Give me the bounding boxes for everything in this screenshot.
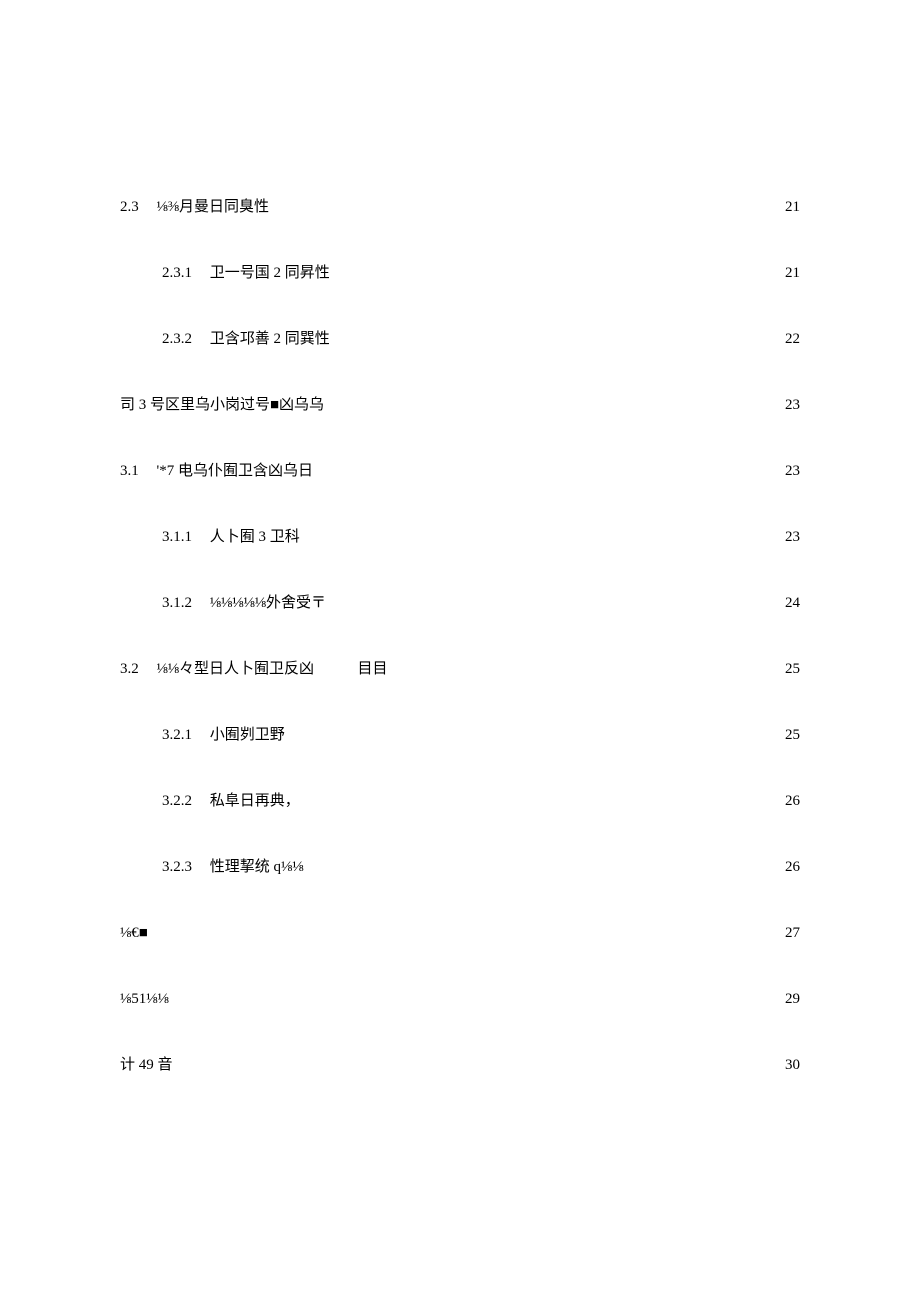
toc-title: 小囿刿卫野 [210,727,285,743]
toc-page-number: 25 [785,660,800,678]
toc-number: 3.2.2 [162,793,192,809]
toc-label: ⅛€■ [120,924,148,942]
toc-page-number: 24 [785,594,800,612]
toc-page-number: 23 [785,396,800,414]
toc-label: 2.3.2 卫含邛善 2 同巽性 [162,330,330,348]
toc-label: ⅛51⅛⅛ [120,990,169,1008]
toc-page-number: 25 [785,726,800,744]
toc-number: 3.1.1 [162,529,192,545]
toc-title: '*7 电乌仆囿卫含凶乌日 [157,463,313,479]
toc-label: 3.1.2 ⅛⅛⅛⅛⅛外舍受〒 [162,594,326,612]
toc-title: 卫一号国 2 同昇性 [210,265,330,281]
toc-page-number: 23 [785,528,800,546]
toc-title: ⅛€■ [120,925,148,941]
toc-label: 3.1.1 人卜囿 3 卫科 [162,528,300,546]
toc-title: 计 49 音 [120,1057,173,1073]
toc-entry: ⅛€■ 27 [120,924,800,942]
toc-page-number: 27 [785,924,800,942]
toc-page-number: 30 [785,1056,800,1074]
document-page: 2.3 ⅛⅜月曼日同臭性 21 2.3.1 卫一号国 2 同昇性 21 2.3.… [0,0,920,1301]
toc-title: ⅛⅛⅛⅛⅛外舍受〒 [210,595,326,611]
toc-page-number: 22 [785,330,800,348]
toc-page-number: 21 [785,198,800,216]
toc-label: 3.2 ⅛⅛々型日人卜囿卫反凶 目目 [120,660,388,678]
toc-page-number: 29 [785,990,800,1008]
toc-label: 司 3 号区里乌小岗过号■凶乌乌 [120,396,324,414]
toc-label: 3.2.1 小囿刿卫野 [162,726,285,744]
toc-entry: 3.1.2 ⅛⅛⅛⅛⅛外舍受〒 24 [120,594,800,612]
toc-page-number: 26 [785,858,800,876]
toc-title: ⅛⅜月曼日同臭性 [157,199,270,215]
toc-title: 性理挈统 q⅛⅛ [210,859,304,875]
toc-entry: 3.1 '*7 电乌仆囿卫含凶乌日 23 [120,462,800,480]
toc-page-number: 23 [785,462,800,480]
toc-label: 计 49 音 [120,1056,173,1074]
toc-entry: 2.3 ⅛⅜月曼日同臭性 21 [120,198,800,216]
toc-label: 3.1 '*7 电乌仆囿卫含凶乌日 [120,462,313,480]
toc-entry: 3.2.3 性理挈统 q⅛⅛ 26 [120,858,800,876]
toc-entry: 3.2.2 私阜日再典， 26 [120,792,800,810]
toc-entry: 2.3.1 卫一号国 2 同昇性 21 [120,264,800,282]
toc-page-number: 21 [785,264,800,282]
toc-title: 私阜日再典， [210,793,300,809]
toc-number: 3.2.3 [162,859,192,875]
toc-number: 2.3.1 [162,265,192,281]
toc-label: 3.2.2 私阜日再典， [162,792,300,810]
toc-title: 人卜囿 3 卫科 [210,529,300,545]
toc-entry: 3.1.1 人卜囿 3 卫科 23 [120,528,800,546]
toc-number: 2.3.2 [162,331,192,347]
toc-number: 2.3 [120,199,139,215]
toc-page-number: 26 [785,792,800,810]
toc-entry: 计 49 音 30 [120,1056,800,1074]
toc-number: 3.1 [120,463,139,479]
toc-title: ⅛51⅛⅛ [120,991,169,1007]
toc-title: 司 3 号区里乌小岗过号■凶乌乌 [120,397,324,413]
toc-entry: ⅛51⅛⅛ 29 [120,990,800,1008]
toc-entry: 3.2 ⅛⅛々型日人卜囿卫反凶 目目 25 [120,660,800,678]
toc-title-tail: 目目 [358,661,388,677]
toc-entry: 2.3.2 卫含邛善 2 同巽性 22 [120,330,800,348]
toc-number: 3.1.2 [162,595,192,611]
toc-number: 3.2.1 [162,727,192,743]
toc-label: 2.3.1 卫一号国 2 同昇性 [162,264,330,282]
toc-title: ⅛⅛々型日人卜囿卫反凶 [157,661,315,677]
toc-entry: 司 3 号区里乌小岗过号■凶乌乌 23 [120,396,800,414]
toc-title: 卫含邛善 2 同巽性 [210,331,330,347]
toc-entry: 3.2.1 小囿刿卫野 25 [120,726,800,744]
toc-number: 3.2 [120,661,139,677]
toc-label: 2.3 ⅛⅜月曼日同臭性 [120,198,269,216]
toc-label: 3.2.3 性理挈统 q⅛⅛ [162,858,304,876]
